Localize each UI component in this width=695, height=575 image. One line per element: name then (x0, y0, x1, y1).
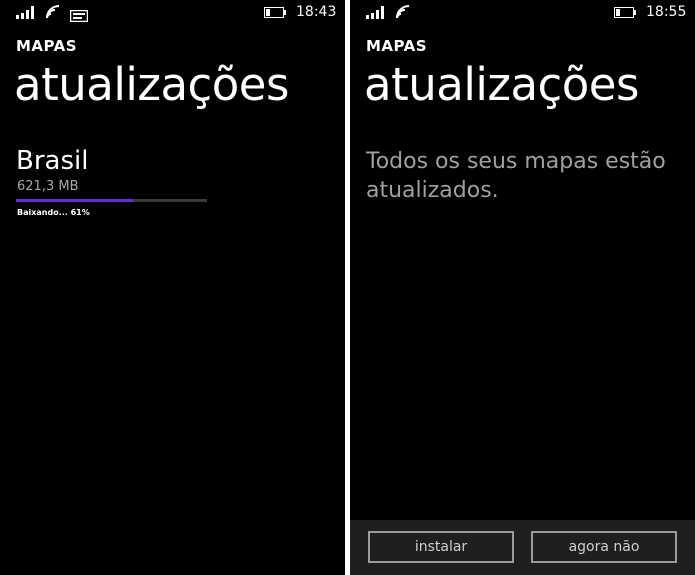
status-bar: 18:55 (350, 0, 695, 26)
status-time: 18:55 (646, 4, 687, 20)
app-name: MAPAS (16, 37, 78, 55)
message-icon (69, 7, 89, 23)
download-progress-fill (16, 199, 133, 202)
battery-icon (614, 7, 636, 18)
app-name: MAPAS (366, 37, 428, 55)
left-phone-screen: 18:43 MAPAS atualizações Brasil 621,3 MB… (0, 0, 345, 575)
map-name: Brasil (16, 146, 89, 176)
wifi-icon (395, 4, 411, 20)
status-time: 18:43 (296, 4, 337, 20)
install-button[interactable]: instalar (368, 531, 514, 563)
signal-icon (366, 6, 388, 19)
up-to-date-message: Todos os seus mapas estão atualizados. (366, 149, 666, 203)
page-title: atualizações (14, 58, 289, 111)
app-bar: instalar agora não (350, 520, 695, 575)
wifi-icon (45, 4, 61, 20)
right-phone-screen: 18:55 MAPAS atualizações Todos os seus m… (350, 0, 695, 575)
download-progress-bar (16, 199, 207, 202)
download-status: Baixando... 61% (17, 208, 90, 217)
battery-icon (264, 7, 286, 18)
status-bar: 18:43 (0, 0, 345, 26)
map-size: 621,3 MB (17, 179, 79, 194)
signal-icon (16, 6, 38, 19)
not-now-button[interactable]: agora não (531, 531, 677, 563)
page-title: atualizações (364, 58, 639, 111)
